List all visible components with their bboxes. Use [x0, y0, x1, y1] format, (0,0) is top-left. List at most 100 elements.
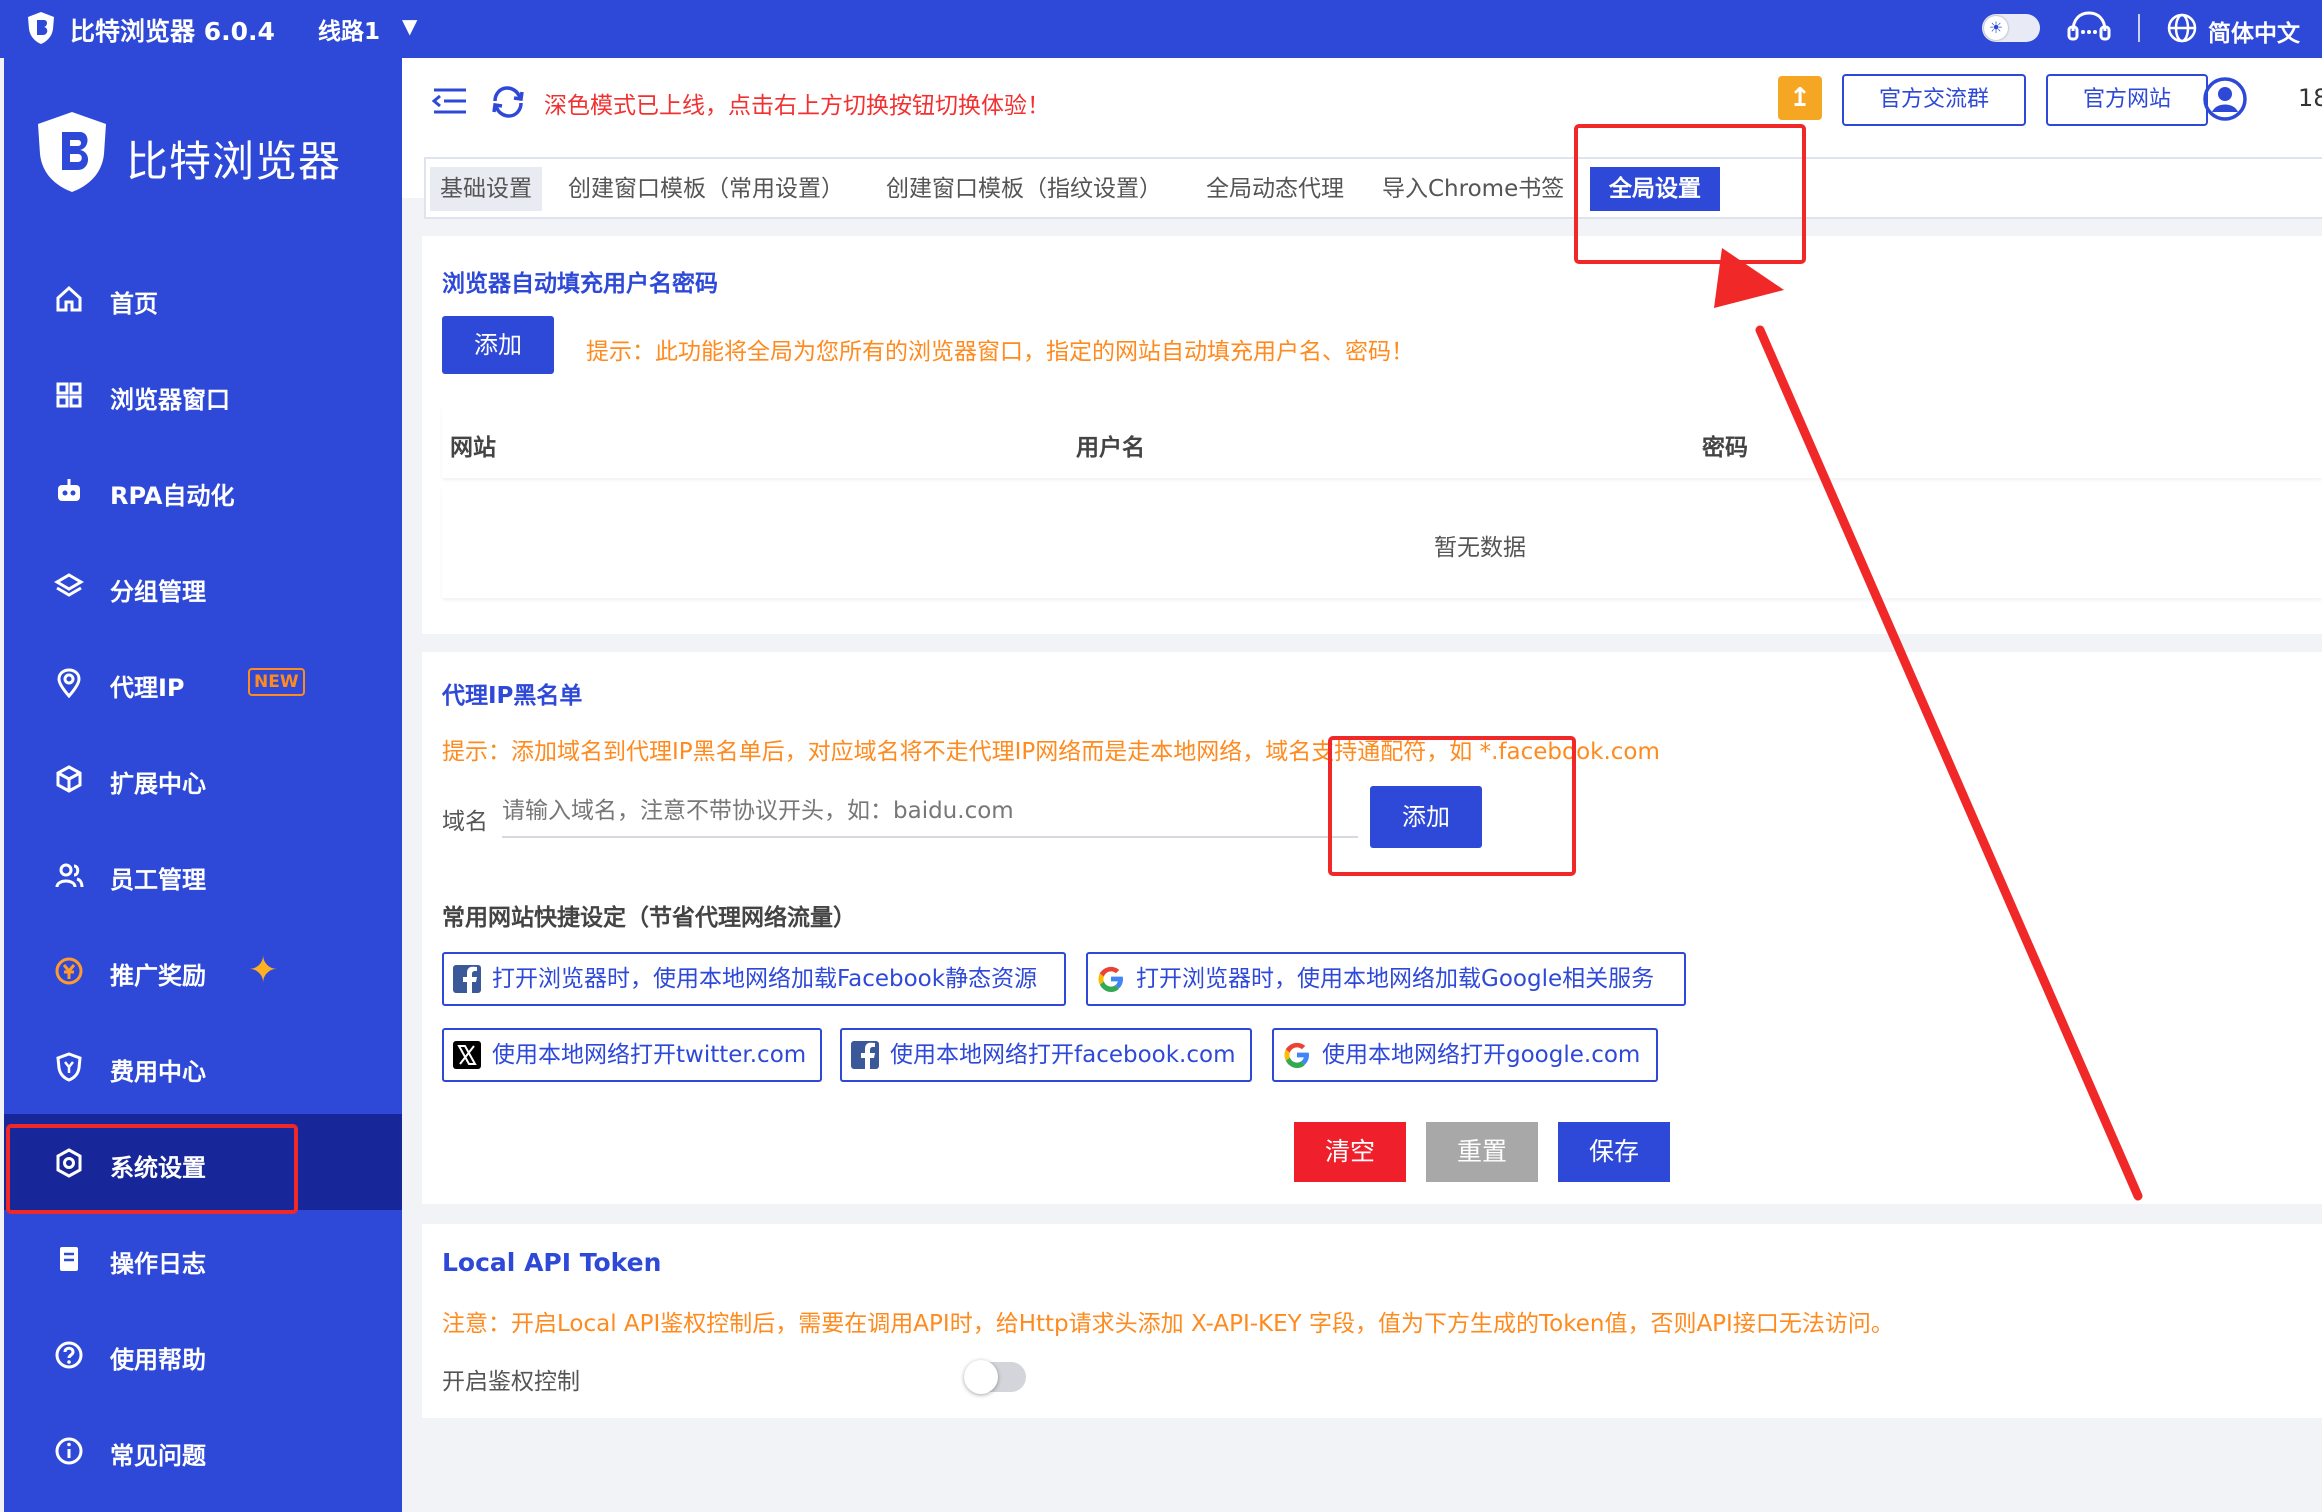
help-icon: [55, 1341, 83, 1369]
google-icon: [1284, 1042, 1309, 1068]
blacklist-card: 代理IP黑名单 提示：添加域名到代理IP黑名单后，对应域名将不走代理IP网络而是…: [422, 652, 2322, 1204]
sidebar-item-label: 系统设置: [110, 1154, 206, 1182]
tab-global-settings[interactable]: 全局设置: [1590, 167, 1720, 211]
grid-icon: [56, 382, 82, 408]
language-selector[interactable]: 简体中文: [2208, 14, 2300, 48]
quick-google[interactable]: 使用本地网络打开google.com: [1272, 1028, 1658, 1082]
brand-logo-icon: [38, 112, 106, 192]
autofill-table-header: 网站 用户名 密码: [442, 406, 2322, 478]
sidebar-item-label: 分组管理: [110, 578, 206, 606]
sidebar-item-label: 扩展中心: [110, 770, 206, 798]
sidebar-item-rewards[interactable]: 推广奖励 ✦: [4, 922, 402, 1018]
column-header-website: 网站: [450, 435, 496, 461]
upload-icon[interactable]: ↥: [1778, 76, 1822, 120]
user-id: 18: [2298, 84, 2322, 112]
api-token-notice: 注意：开启Local API鉴权控制后，需要在调用API时，给Http请求头添加…: [442, 1311, 1894, 1337]
sidebar-item-label: 浏览器窗口: [110, 386, 230, 414]
autofill-table-body: 暂无数据: [442, 486, 2322, 598]
sidebar-item-system-settings[interactable]: 系统设置: [4, 1114, 402, 1210]
tab-basic-settings[interactable]: 基础设置: [430, 167, 542, 211]
quick-label: 打开浏览器时，使用本地网络加载Facebook静态资源: [492, 966, 1038, 992]
quick-facebook-static[interactable]: 打开浏览器时，使用本地网络加载Facebook静态资源: [442, 952, 1066, 1006]
new-badge: NEW: [248, 668, 305, 696]
sidebar-item-faq[interactable]: 常见问题: [4, 1402, 402, 1498]
auth-toggle-switch[interactable]: [964, 1360, 1026, 1394]
sidebar-item-rpa[interactable]: RPA自动化: [4, 442, 402, 538]
sun-icon: ☀: [1984, 16, 2008, 40]
sidebar-item-label: 推广奖励: [110, 962, 206, 990]
sparkle-icon: ✦: [248, 950, 279, 991]
api-token-card: Local API Token 注意：开启Local API鉴权控制后，需要在调…: [422, 1224, 2322, 1418]
chevron-down-icon[interactable]: ▼: [402, 14, 417, 38]
sidebar-item-browser-windows[interactable]: 浏览器窗口: [4, 346, 402, 442]
sidebar-item-label: 代理IP: [110, 674, 185, 702]
shield-icon: [56, 1052, 82, 1082]
facebook-icon: [851, 1041, 879, 1070]
info-icon: [55, 1437, 83, 1465]
location-icon: [57, 668, 81, 698]
column-header-username: 用户名: [1076, 435, 1145, 461]
domain-input[interactable]: 请输入域名，注意不带协议开头，如：baidu.com: [502, 788, 1358, 838]
divider: [2138, 14, 2140, 42]
sidebar-item-label: 操作日志: [110, 1250, 206, 1278]
avatar[interactable]: [2202, 76, 2248, 122]
autofill-hint: 提示：此功能将全局为您所有的浏览器窗口，指定的网站自动填充用户名、密码！: [586, 339, 1414, 365]
tab-global-dynamic-proxy[interactable]: 全局动态代理: [1196, 167, 1354, 211]
tab-template-common[interactable]: 创建窗口模板（常用设置）: [558, 167, 854, 211]
switch-knob: [964, 1360, 998, 1394]
theme-toggle[interactable]: ☀: [1982, 14, 2040, 42]
cube-icon: [56, 765, 82, 793]
settings-icon: [56, 1148, 82, 1178]
sidebar-item-home[interactable]: 首页: [4, 250, 402, 346]
sidebar-item-label: 常见问题: [110, 1442, 206, 1470]
coin-icon: [55, 957, 83, 985]
clear-button[interactable]: 清空: [1294, 1122, 1406, 1182]
quick-twitter[interactable]: 使用本地网络打开twitter.com: [442, 1028, 822, 1082]
sidebar-item-groups[interactable]: 分组管理: [4, 538, 402, 634]
log-icon: [60, 1247, 78, 1271]
tab-import-chrome-bookmarks[interactable]: 导入Chrome书签: [1372, 167, 1574, 211]
layers-icon: [54, 573, 84, 597]
app-logo-icon: [28, 12, 54, 44]
quick-label: 使用本地网络打开google.com: [1322, 1042, 1641, 1068]
sidebar-item-label: 员工管理: [110, 866, 206, 894]
title-bar: 比特浏览器 6.0.4 线路1 ▼ ☀ 简体中文: [0, 0, 2322, 58]
app-title: 比特浏览器 6.0.4: [70, 17, 275, 46]
line-selector[interactable]: 线路1: [318, 12, 380, 46]
column-header-password: 密码: [1702, 435, 1748, 461]
empty-state-text: 暂无数据: [1434, 535, 1526, 561]
quick-facebook[interactable]: 使用本地网络打开facebook.com: [840, 1028, 1252, 1082]
autofill-title: 浏览器自动填充用户名密码: [442, 271, 718, 297]
menu-collapse-icon[interactable]: [432, 86, 468, 116]
quick-google-services[interactable]: 打开浏览器时，使用本地网络加载Google相关服务: [1086, 952, 1686, 1006]
autofill-card: 浏览器自动填充用户名密码 添加 提示：此功能将全局为您所有的浏览器窗口，指定的网…: [422, 236, 2322, 634]
save-button[interactable]: 保存: [1558, 1122, 1670, 1182]
blacklist-add-button[interactable]: 添加: [1370, 786, 1482, 848]
sidebar-item-logs[interactable]: 操作日志: [4, 1210, 402, 1306]
tab-template-fingerprint[interactable]: 创建窗口模板（指纹设置）: [876, 167, 1172, 211]
sidebar-item-label: RPA自动化: [110, 482, 235, 510]
headset-icon[interactable]: [2066, 9, 2112, 47]
refresh-icon[interactable]: [490, 84, 526, 120]
reset-button[interactable]: 重置: [1426, 1122, 1538, 1182]
sidebar-item-staff[interactable]: 员工管理: [4, 826, 402, 922]
sidebar: 比特浏览器 首页 浏览器窗口 RPA自动化 分组管理 代理IP NEW 扩展中心…: [4, 58, 402, 1512]
dark-mode-notice: 深色模式已上线，点击右上方切换按钮切换体验！: [544, 93, 1050, 119]
official-site-button[interactable]: 官方网站: [2046, 74, 2208, 126]
sidebar-item-label: 使用帮助: [110, 1346, 206, 1374]
quick-settings-title: 常用网站快捷设定（节省代理网络流量）: [442, 905, 856, 931]
sidebar-item-help[interactable]: 使用帮助: [4, 1306, 402, 1402]
sidebar-item-billing[interactable]: 费用中心: [4, 1018, 402, 1114]
settings-tabs: 基础设置 创建窗口模板（常用设置） 创建窗口模板（指纹设置） 全局动态代理 导入…: [424, 157, 2322, 219]
brand-name: 比特浏览器: [126, 137, 342, 186]
official-group-button[interactable]: 官方交流群: [1842, 74, 2026, 126]
autofill-add-button[interactable]: 添加: [442, 316, 554, 374]
sidebar-item-label: 首页: [110, 290, 158, 318]
sidebar-item-label: 费用中心: [110, 1058, 206, 1086]
sidebar-item-proxy-ip[interactable]: 代理IP NEW: [4, 634, 402, 730]
api-token-title: Local API Token: [442, 1248, 662, 1277]
quick-label: 使用本地网络打开facebook.com: [890, 1042, 1236, 1068]
globe-icon[interactable]: [2166, 12, 2198, 44]
x-twitter-icon: [453, 1041, 481, 1069]
sidebar-item-extensions[interactable]: 扩展中心: [4, 730, 402, 826]
